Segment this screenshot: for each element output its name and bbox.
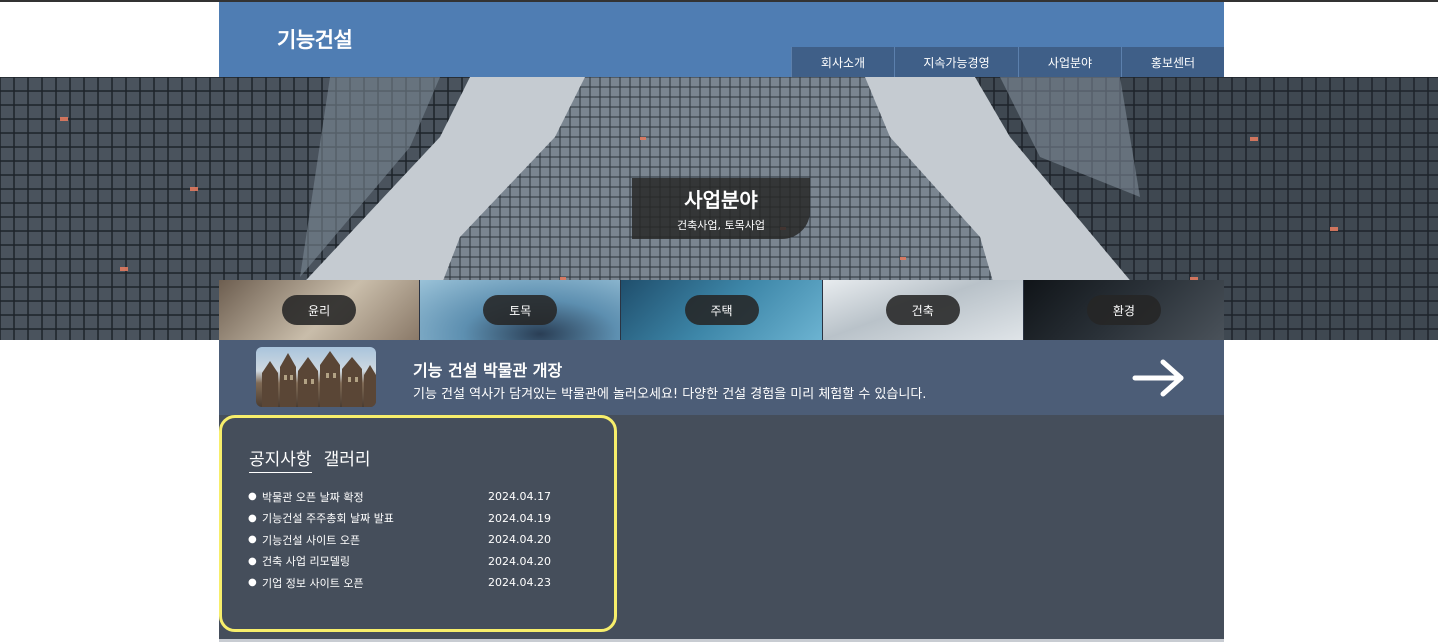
list-item[interactable]: ● 기능건설 사이트 오픈 2024.04.20 [248, 529, 588, 551]
banner-description: 기능 건설 역사가 담겨있는 박물관에 놀러오세요! 다양한 건설 경험을 미리… [413, 387, 927, 402]
notice-board: 공지사항 갤러리 ● 박물관 오픈 날짜 확정 2024.04.17 ● 기능건… [219, 415, 617, 632]
notice-title: 기능건설 주주총회 날짜 발표 [262, 512, 394, 526]
notice-date: 2024.04.19 [488, 511, 551, 525]
notice-list: ● 박물관 오픈 날짜 확정 2024.04.17 ● 기능건설 주주총회 날짜… [248, 486, 588, 594]
bullet-icon: ● [248, 534, 257, 546]
site-logo[interactable]: 기능건설 [277, 24, 353, 54]
bullet-icon: ● [248, 512, 257, 524]
category-civil-engineering[interactable]: 토목 [420, 280, 622, 340]
notice-date: 2024.04.20 [488, 554, 551, 568]
category-architecture-label: 건축 [885, 295, 960, 325]
category-housing[interactable]: 주택 [621, 280, 823, 340]
list-item[interactable]: ● 기업 정보 사이트 오픈 2024.04.23 [248, 572, 588, 594]
category-architecture[interactable]: 건축 [822, 280, 1024, 340]
banner-title: 기능 건설 박물관 개장 [413, 361, 563, 380]
notice-title: 건축 사업 리모델링 [262, 555, 350, 569]
arrow-right-icon[interactable] [1131, 358, 1187, 398]
notice-date: 2024.04.23 [488, 576, 551, 590]
notice-title: 박물관 오픈 날짜 확정 [262, 490, 364, 504]
nav-item-sustainability[interactable]: 지속가능경영 [894, 47, 1018, 77]
category-ethics-label: 윤리 [282, 295, 357, 325]
category-environment-label: 환경 [1086, 295, 1161, 325]
list-item[interactable]: ● 기능건설 주주총회 날짜 발표 2024.04.19 [248, 508, 588, 530]
tab-notices[interactable]: 공지사항 [249, 445, 312, 473]
notice-date: 2024.04.20 [488, 533, 551, 547]
list-item[interactable]: ● 건축 사업 리모델링 2024.04.20 [248, 551, 588, 573]
category-strip: 윤리 토목 주택 건축 환경 [219, 280, 1225, 340]
museum-banner[interactable]: 기능 건설 박물관 개장 기능 건설 역사가 담겨있는 박물관에 놀러오세요! … [219, 340, 1224, 415]
site-header: 기능건설 회사소개 지속가능경영 사업분야 홍보센터 [219, 2, 1224, 77]
category-civil-engineering-label: 토목 [483, 295, 558, 325]
list-item[interactable]: ● 박물관 오픈 날짜 확정 2024.04.17 [248, 486, 588, 508]
category-environment[interactable]: 환경 [1023, 280, 1225, 340]
board-tabs: 공지사항 갤러리 [249, 445, 370, 473]
category-ethics[interactable]: 윤리 [219, 280, 421, 340]
notice-title: 기업 정보 사이트 오픈 [262, 576, 364, 590]
tab-gallery[interactable]: 갤러리 [324, 445, 371, 473]
hero-subtitle: 건축사업, 토목사업 [677, 219, 765, 232]
nav-item-company[interactable]: 회사소개 [791, 47, 894, 77]
main-nav: 회사소개 지속가능경영 사업분야 홍보센터 [791, 47, 1224, 77]
notice-title: 기능건설 사이트 오픈 [262, 533, 361, 547]
hero-title: 사업분야 [684, 188, 758, 212]
hero-caption: 사업분야 건축사업, 토목사업 [632, 178, 810, 239]
nav-item-pr-center[interactable]: 홍보센터 [1121, 47, 1224, 77]
bullet-icon: ● [248, 555, 257, 567]
nav-item-business[interactable]: 사업분야 [1018, 47, 1121, 77]
bullet-icon: ● [248, 491, 257, 503]
notice-date: 2024.04.17 [488, 490, 551, 504]
category-housing-label: 주택 [684, 295, 759, 325]
bullet-icon: ● [248, 577, 257, 589]
museum-thumbnail [256, 347, 376, 407]
